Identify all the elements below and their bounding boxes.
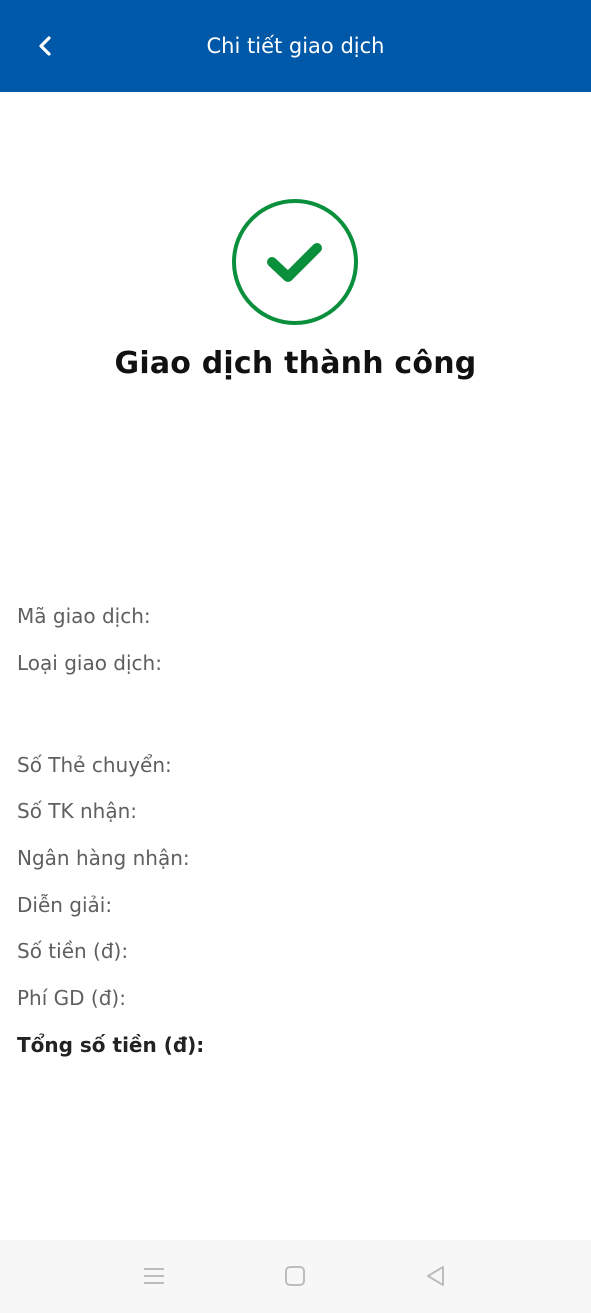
nav-home-button[interactable] — [273, 1256, 317, 1296]
menu-icon — [144, 1268, 164, 1284]
back-triangle-icon — [427, 1266, 444, 1286]
nav-back-button[interactable] — [413, 1256, 457, 1296]
amount-label: Số tiền (đ): — [17, 939, 129, 963]
destination-bank-label: Ngân hàng nhận: — [17, 846, 190, 870]
description-label: Diễn giải: — [17, 893, 113, 917]
transaction-id-label: Mã giao dịch: — [17, 604, 151, 628]
app-header: Chi tiết giao dịch — [0, 0, 591, 92]
system-nav-bar — [0, 1240, 591, 1313]
source-card-label: Số Thẻ chuyển: — [17, 753, 172, 777]
home-square-icon — [285, 1266, 305, 1286]
status-title: Giao dịch thành công — [114, 346, 477, 381]
fee-label: Phí GD (đ): — [17, 986, 126, 1010]
transaction-type-label: Loại giao dịch: — [17, 651, 162, 675]
check-circle-icon — [232, 199, 358, 325]
total-label: Tổng số tiền (đ): — [17, 1033, 205, 1057]
nav-menu-button[interactable] — [132, 1256, 176, 1296]
destination-account-label: Số TK nhận: — [17, 799, 137, 823]
page-title: Chi tiết giao dịch — [206, 34, 385, 58]
